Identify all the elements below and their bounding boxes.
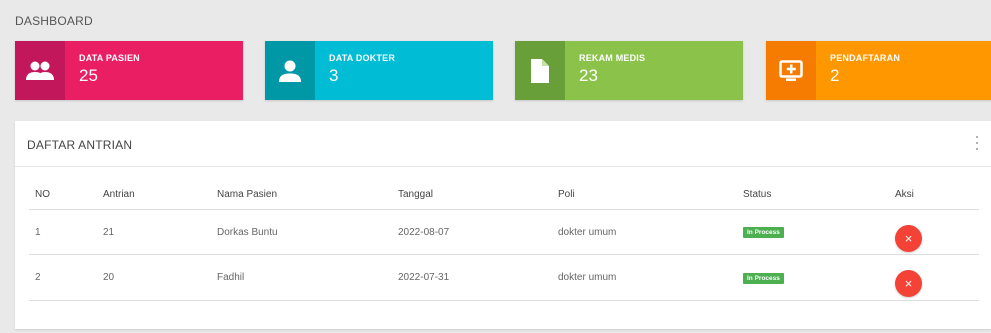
column-header-nama-pasien: Nama Pasien: [211, 180, 392, 210]
card-label: REKAM MEDIS: [579, 53, 646, 63]
queue-panel: DAFTAR ANTRIAN NO Antrian Nama Pasien Ta…: [15, 121, 991, 329]
column-header-antrian: Antrian: [97, 180, 211, 210]
delete-button[interactable]: ×: [895, 270, 922, 297]
card-value: 23: [579, 66, 598, 85]
card-label: DATA PASIEN: [79, 53, 140, 63]
table-header-row: NO Antrian Nama Pasien Tanggal Poli Stat…: [29, 180, 979, 210]
card-pendaftaran[interactable]: PENDAFTARAN 2: [766, 41, 991, 100]
card-label: PENDAFTARAN: [830, 53, 901, 63]
card-value: 2: [830, 66, 840, 85]
status-badge: In Process: [743, 227, 784, 238]
table-row: 1 21 Dorkas Buntu 2022-08-07 dokter umum…: [29, 209, 979, 255]
cell-no: 2: [29, 254, 97, 301]
card-data-dokter[interactable]: DATA DOKTER 3: [265, 41, 493, 100]
person-icon: [279, 60, 301, 82]
column-header-no: NO: [29, 180, 97, 210]
cell-status: In Process: [737, 209, 889, 255]
more-options-icon[interactable]: [973, 136, 981, 150]
cell-tanggal: 2022-08-07: [392, 209, 552, 255]
cell-antrian: 21: [97, 209, 211, 255]
column-header-poli: Poli: [552, 180, 737, 210]
delete-button[interactable]: ×: [895, 224, 922, 252]
cell-aksi: ×: [889, 254, 979, 301]
card-value: 3: [329, 66, 339, 85]
cell-status: In Process: [737, 254, 889, 301]
card-icon-box: [265, 41, 315, 100]
document-icon: [531, 58, 549, 83]
cell-aksi: ×: [889, 209, 979, 255]
column-header-status: Status: [737, 180, 889, 210]
cell-nama-pasien: Fadhil: [211, 254, 392, 301]
card-label: DATA DOKTER: [329, 53, 396, 63]
queue-table: NO Antrian Nama Pasien Tanggal Poli Stat…: [29, 180, 979, 301]
card-data-pasien[interactable]: DATA PASIEN 25: [15, 41, 243, 100]
cell-antrian: 20: [97, 254, 211, 301]
group-icon: [26, 61, 54, 80]
card-rekam-medis[interactable]: REKAM MEDIS 23: [515, 41, 743, 100]
panel-title: DAFTAR ANTRIAN: [27, 138, 133, 152]
page-title: DASHBOARD: [15, 14, 93, 28]
cell-poli: dokter umum: [552, 254, 737, 301]
cell-poli: dokter umum: [552, 209, 737, 255]
card-icon-box: [15, 41, 65, 100]
card-icon-box: [515, 41, 565, 100]
column-header-tanggal: Tanggal: [392, 180, 552, 210]
cell-no: 1: [29, 209, 97, 255]
table-row: 2 20 Fadhil 2022-07-31 dokter umum In Pr…: [29, 254, 979, 301]
cell-tanggal: 2022-07-31: [392, 254, 552, 301]
card-icon-box: [766, 41, 816, 100]
cell-nama-pasien: Dorkas Buntu: [211, 209, 392, 255]
info-cards: DATA PASIEN 25 DATA DOKTER 3 REKAM MEDIS…: [15, 41, 991, 100]
card-value: 25: [79, 66, 98, 85]
panel-header: DAFTAR ANTRIAN: [15, 121, 991, 167]
column-header-aksi: Aksi: [889, 180, 979, 210]
status-badge: In Process: [743, 272, 784, 284]
add-to-queue-icon: [779, 59, 803, 81]
